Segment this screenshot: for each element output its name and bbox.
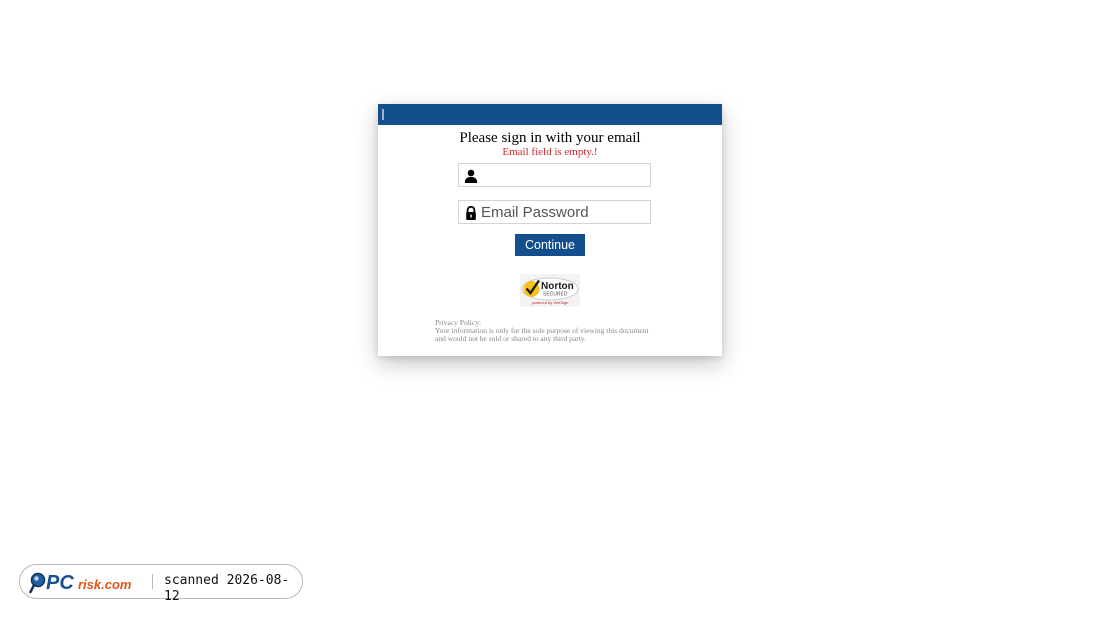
email-field[interactable]	[458, 163, 651, 187]
lock-icon	[464, 205, 478, 220]
svg-text:PC: PC	[46, 572, 74, 594]
privacy-line-2: and would not be sold or shared to any t…	[435, 334, 586, 343]
email-error-message: Email field is empty.!	[502, 146, 598, 158]
norton-powered-text: powered by VeriSign	[532, 300, 569, 305]
privacy-policy: Privacy Policy: Your information is only…	[435, 319, 675, 343]
svg-text:risk.com: risk.com	[78, 577, 132, 592]
norton-secured-badge: Norton SECURED powered by VeriSign	[520, 274, 580, 307]
sign-in-heading: Please sign in with your email	[459, 130, 641, 146]
password-field[interactable]	[458, 200, 651, 224]
dialog-header-bar	[378, 104, 722, 125]
scanned-date-text: scanned 2026-08-12	[164, 573, 290, 604]
header-cursor-mark	[382, 109, 384, 120]
continue-button[interactable]: Continue	[515, 234, 585, 256]
email-input[interactable]	[481, 164, 649, 186]
password-input[interactable]	[481, 201, 649, 223]
norton-secured-text: SECURED	[543, 292, 568, 298]
user-icon	[464, 169, 478, 183]
login-dialog: Please sign in with your email Email fie…	[378, 104, 722, 356]
pcrisk-watermark: PC risk.com scanned 2026-08-12	[19, 564, 303, 604]
watermark-divider	[152, 574, 153, 589]
pcrisk-logo: PC risk.com	[29, 569, 147, 600]
norton-brand-text: Norton	[541, 281, 574, 292]
